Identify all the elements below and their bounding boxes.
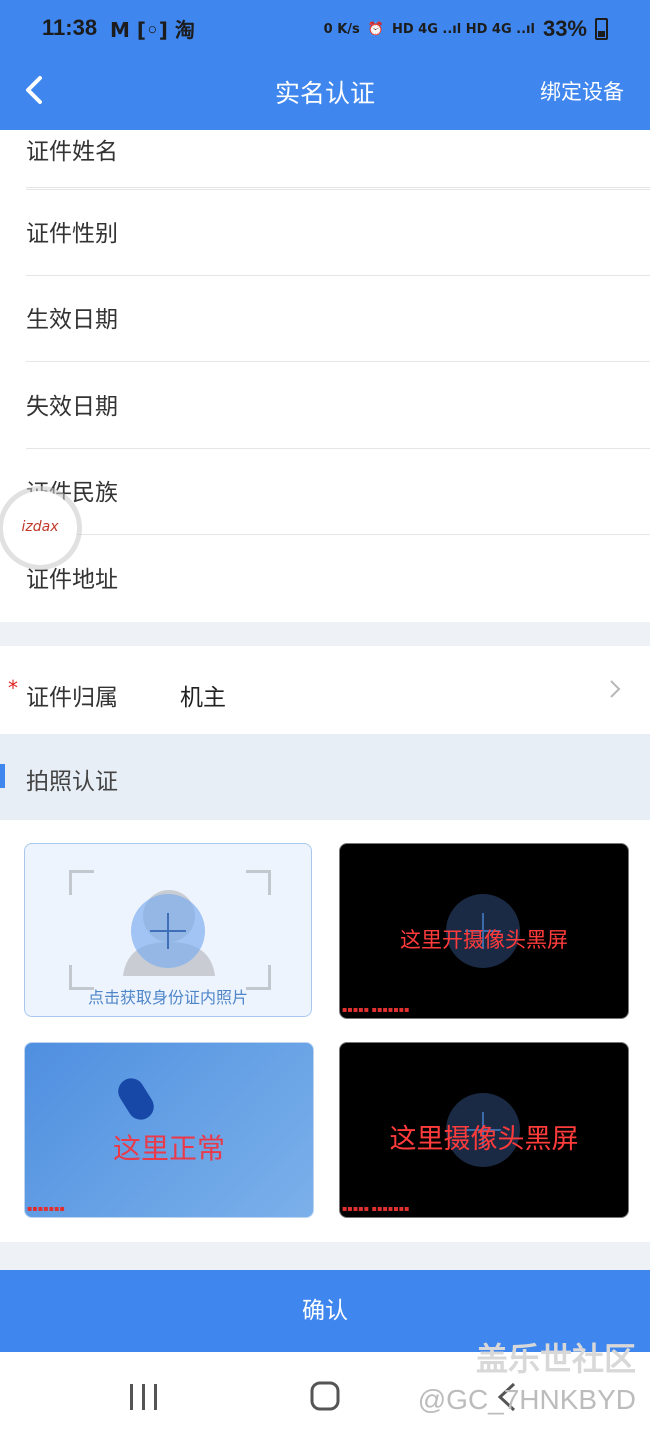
field-row-effective-date[interactable]: 生效日期: [0, 276, 650, 362]
photo-section-header: 拍照认证: [0, 734, 650, 820]
photo-timestamp: ▪▪▪▪▪ ▪▪▪▪▪▪▪: [342, 1005, 410, 1014]
captured-photo-normal[interactable]: 这里正常 ▪▪▪▪▪▪▪: [24, 1042, 314, 1218]
battery-percent-overlay: 33%: [542, 16, 587, 41]
field-label: 证件性别: [26, 221, 118, 247]
status-bar-overlay: 11:38 M [◦] 淘 0 K/s ⏰ HD 4G ..ıl HD 4G .…: [0, 0, 650, 58]
field-row-ethnicity[interactable]: 证件民族: [0, 449, 650, 535]
watermark-title: 盖乐世社区: [475, 1340, 636, 1378]
battery-icon: [595, 18, 608, 40]
field-label: 证件地址: [26, 567, 118, 593]
signal-icons-overlay: HD 4G ..ıl HD 4G ..ıl: [391, 21, 535, 37]
ownership-label: 证件归属: [26, 685, 118, 711]
ownership-value: 机主: [180, 685, 226, 711]
status-right-overlay: 0 K/s ⏰ HD 4G ..ıl HD 4G ..ıl 33%: [324, 16, 608, 42]
add-photo-icon: [131, 894, 205, 968]
field-label: 失效日期: [26, 394, 118, 420]
section-accent-bar: [0, 764, 5, 788]
net-speed-overlay: 0 K/s: [323, 21, 360, 37]
camera-preview-black-2[interactable]: 这里摄像头黑屏 ▪▪▪▪▪ ▪▪▪▪▪▪▪: [339, 1042, 629, 1218]
alarm-icon: ⏰: [367, 21, 384, 37]
section-gap: [0, 622, 650, 646]
home-icon[interactable]: [309, 1380, 341, 1412]
field-label: 生效日期: [26, 307, 118, 333]
chevron-right-icon: [610, 680, 621, 698]
floating-assistant-label: izdax: [21, 519, 59, 535]
floating-assistant-button[interactable]: izdax: [3, 491, 77, 565]
field-row-name-visible[interactable]: 证件姓名: [0, 130, 650, 188]
divider: [26, 534, 650, 535]
section-title: 拍照认证: [26, 769, 118, 795]
field-label: 证件姓名: [26, 139, 118, 165]
header-overlay: 11:38 M [◦] 淘 0 K/s ⏰ HD 4G ..ıl HD 4G .…: [0, 0, 650, 130]
bottom-gap: [0, 1242, 650, 1270]
overlay-note: 这里摄像头黑屏: [389, 1124, 579, 1155]
photo-timestamp: ▪▪▪▪▪ ▪▪▪▪▪▪▪: [342, 1204, 410, 1213]
photo-blob: [113, 1073, 159, 1125]
overlay-note: 这里开摄像头黑屏: [400, 928, 568, 952]
field-row-address[interactable]: 证件地址: [0, 536, 650, 622]
status-time-overlay: 11:38: [42, 15, 98, 40]
required-mark: *: [8, 676, 18, 700]
divider: [26, 361, 650, 362]
bind-device-button[interactable]: 绑定设备: [540, 76, 624, 106]
divider: [26, 187, 650, 188]
photo-timestamp: ▪▪▪▪▪▪▪: [27, 1204, 65, 1213]
nav-bar-overlay: 实名认证 绑定设备: [0, 58, 650, 130]
frame-corner: [246, 870, 271, 895]
camera-preview-black-1[interactable]: 这里开摄像头黑屏 ▪▪▪▪▪ ▪▪▪▪▪▪▪: [339, 843, 629, 1019]
id-photo-capture[interactable]: 点击获取身份证内照片: [24, 843, 312, 1017]
ownership-row[interactable]: * 证件归属 机主: [0, 646, 650, 734]
field-row-expiry-date[interactable]: 失效日期: [0, 363, 650, 449]
watermark-handle: @GC_7HNKBYD: [417, 1384, 636, 1415]
id-photo-hint: 点击获取身份证内照片: [87, 988, 248, 1007]
recent-apps-icon[interactable]: [128, 1382, 160, 1412]
overlay-note: 这里正常: [112, 1132, 225, 1165]
status-notification-icons-overlay: M [◦] 淘: [110, 18, 195, 42]
field-row-gender[interactable]: 证件性别: [0, 190, 650, 276]
frame-corner: [69, 870, 94, 895]
